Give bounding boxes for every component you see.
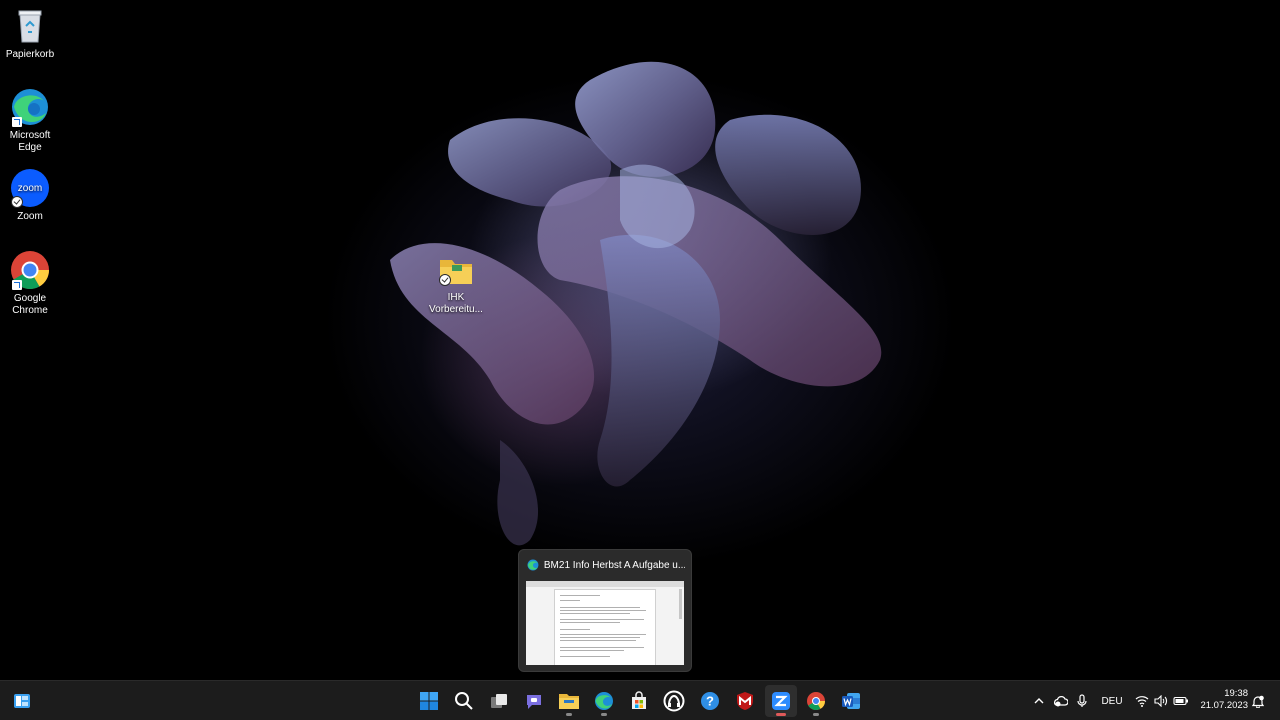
notifications-button[interactable] bbox=[1250, 689, 1266, 713]
recycle-bin-icon bbox=[10, 6, 50, 46]
preview-title-bar: BM21 Info Herbst A Aufgabe u... bbox=[527, 557, 685, 573]
preview-thumbnail bbox=[526, 581, 684, 665]
notification-bell-icon bbox=[1252, 695, 1264, 708]
desktop-icon-google-chrome[interactable]: Google Chrome bbox=[0, 250, 60, 317]
desktop-icon-label: Zoom bbox=[17, 211, 43, 222]
desktop-icon-label: Microsoft Edge bbox=[9, 130, 51, 153]
sync-status-icon bbox=[11, 196, 23, 208]
mcafee-icon bbox=[737, 692, 753, 710]
desktop-icon-microsoft-edge[interactable]: Microsoft Edge bbox=[0, 87, 60, 154]
chevron-up-icon bbox=[1034, 698, 1044, 704]
mcafee-button[interactable] bbox=[729, 685, 761, 717]
zoom-taskbar-button[interactable] bbox=[765, 685, 797, 717]
desktop-icon-recycle-bin[interactable]: Papierkorb bbox=[0, 6, 60, 61]
onedrive-tray-button[interactable] bbox=[1050, 689, 1070, 713]
start-button[interactable] bbox=[413, 685, 445, 717]
chat-button[interactable] bbox=[518, 685, 550, 717]
input-language-button[interactable]: DEU bbox=[1098, 689, 1126, 713]
running-indicator bbox=[566, 713, 572, 716]
desktop-icon-zoom[interactable]: zoom Zoom bbox=[0, 168, 60, 223]
sync-status-icon bbox=[439, 274, 451, 286]
volume-icon bbox=[1154, 695, 1168, 707]
help-button[interactable]: ? bbox=[694, 685, 726, 717]
microphone-tray-button[interactable] bbox=[1074, 689, 1090, 713]
chrome-icon bbox=[807, 692, 825, 711]
show-hidden-icons-button[interactable] bbox=[1032, 689, 1046, 713]
app-icon bbox=[663, 690, 685, 712]
clock-date: 21.07.2023 bbox=[1200, 700, 1248, 711]
store-icon bbox=[632, 691, 646, 709]
help-icon: ? bbox=[701, 692, 719, 710]
word-icon bbox=[842, 693, 860, 709]
widgets-icon bbox=[14, 694, 30, 708]
chrome-taskbar-button[interactable] bbox=[800, 685, 832, 717]
desktop-icon-label: Google Chrome bbox=[12, 293, 48, 316]
desktop: Papierkorb Microsoft Edge zoom Zoom Goog… bbox=[0, 0, 1280, 680]
store-button[interactable] bbox=[623, 685, 655, 717]
widgets-button[interactable] bbox=[6, 685, 38, 717]
volume-tray-button[interactable] bbox=[1153, 689, 1169, 713]
edge-icon bbox=[595, 692, 613, 710]
pinned-app-button[interactable] bbox=[658, 685, 690, 717]
clock[interactable]: 19:38 21.07.2023 bbox=[1200, 688, 1248, 712]
cloud-icon bbox=[1054, 695, 1068, 707]
desktop-icon-label: IHK Vorbereitu... bbox=[429, 292, 483, 315]
taskbar: ? DEU 19:38 21.07.2023 bbox=[0, 680, 1280, 720]
shortcut-arrow-icon bbox=[12, 280, 22, 290]
preview-title: BM21 Info Herbst A Aufgabe u... bbox=[543, 559, 685, 571]
folder-icon bbox=[438, 256, 474, 286]
zoom-logo-text: zoom bbox=[18, 183, 42, 194]
edge-icon bbox=[527, 559, 539, 571]
chrome-icon bbox=[10, 250, 50, 290]
edge-icon bbox=[10, 87, 50, 127]
taskbar-preview-window[interactable]: BM21 Info Herbst A Aufgabe u... bbox=[518, 549, 692, 672]
word-button[interactable] bbox=[835, 685, 867, 717]
search-button[interactable] bbox=[448, 685, 480, 717]
edge-taskbar-button[interactable] bbox=[588, 685, 620, 717]
zoom-icon: zoom bbox=[10, 168, 50, 208]
zoom-icon bbox=[772, 692, 790, 710]
wifi-icon bbox=[1135, 696, 1149, 707]
task-view-button[interactable] bbox=[483, 685, 515, 717]
svg-text:?: ? bbox=[706, 694, 714, 709]
running-indicator bbox=[813, 713, 819, 716]
file-explorer-icon bbox=[559, 694, 579, 709]
wifi-tray-button[interactable] bbox=[1134, 689, 1150, 713]
microphone-icon bbox=[1077, 694, 1087, 707]
start-icon bbox=[420, 692, 438, 710]
battery-icon bbox=[1173, 696, 1188, 706]
active-indicator bbox=[776, 713, 786, 716]
desktop-icon-label: Papierkorb bbox=[5, 49, 55, 60]
clock-time: 19:38 bbox=[1224, 688, 1248, 699]
desktop-icon-ihk-folder[interactable]: IHK Vorbereitu... bbox=[426, 256, 486, 316]
battery-tray-button[interactable] bbox=[1172, 689, 1190, 713]
task-view-icon bbox=[491, 694, 507, 708]
file-explorer-button[interactable] bbox=[553, 685, 585, 717]
shortcut-arrow-icon bbox=[12, 117, 22, 127]
chat-icon bbox=[527, 695, 541, 709]
running-indicator bbox=[601, 713, 607, 716]
search-icon bbox=[455, 692, 473, 710]
